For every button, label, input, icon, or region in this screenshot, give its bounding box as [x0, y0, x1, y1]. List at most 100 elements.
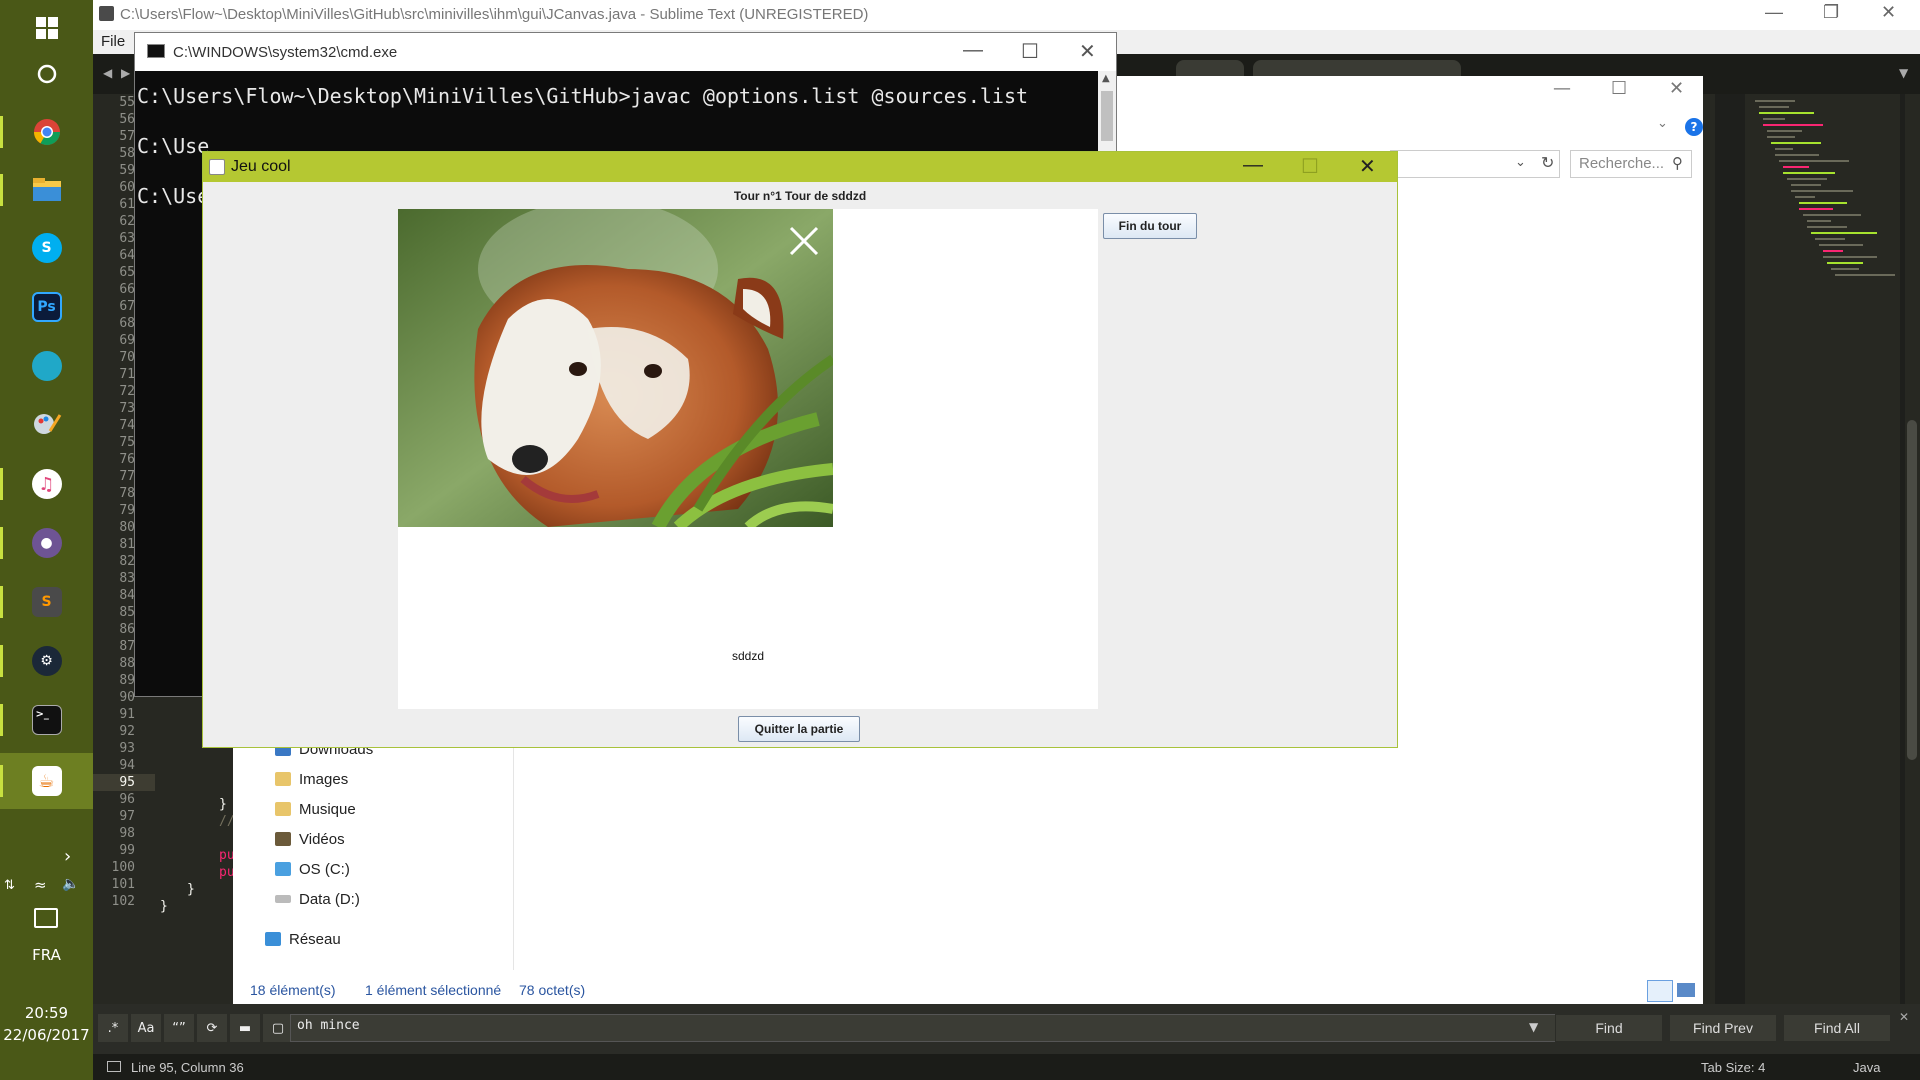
clock-date[interactable]: 22/06/2017 [0, 1026, 93, 1044]
app-globe-icon[interactable] [0, 338, 93, 394]
ribbon-expand-icon[interactable]: ⌄ [1657, 116, 1668, 131]
game-window-title: Jeu cool [231, 158, 291, 175]
in-selection-toggle-icon[interactable]: ▬ [230, 1014, 260, 1042]
wifi-icon[interactable]: ≈ [34, 876, 47, 894]
wrap-toggle-icon[interactable]: ⟳ [197, 1014, 227, 1042]
nav-item-drive-d[interactable]: Data (D:) [275, 885, 360, 913]
address-dropdown-icon[interactable]: ⌄ [1515, 155, 1526, 170]
minimap-line [1819, 244, 1863, 246]
address-bar[interactable]: ⌄ ↻ [1390, 150, 1560, 178]
cmd-icon[interactable]: >_ [0, 692, 93, 748]
minimap-line [1767, 136, 1795, 138]
line-number: 91 [119, 707, 135, 722]
maximize-icon[interactable]: ☐ [1611, 78, 1627, 99]
close-icon[interactable]: ✕ [1359, 154, 1376, 179]
show-hidden-icons-icon[interactable]: › [64, 846, 71, 867]
nav-item-network[interactable]: Réseau [265, 925, 341, 953]
selection-size: 78 octet(s) [519, 982, 586, 998]
nav-item-music[interactable]: Musique [275, 795, 356, 823]
network-icon[interactable]: ⇅ [4, 878, 15, 893]
minimap-line [1831, 268, 1859, 270]
game-board[interactable]: sddzd [398, 209, 1098, 709]
minimap-line [1827, 262, 1863, 264]
java-icon[interactable]: ☕ [0, 753, 93, 809]
maximize-icon[interactable]: ☐ [1301, 154, 1319, 179]
card-image[interactable] [398, 209, 833, 527]
nav-item-images[interactable]: Images [275, 765, 348, 793]
cortana-icon[interactable] [0, 46, 93, 102]
github-icon[interactable]: ● [0, 515, 93, 571]
photoshop-icon[interactable]: Ps [0, 279, 93, 335]
editor-scroll-thumb[interactable] [1907, 420, 1917, 760]
syntax-mode[interactable]: Java [1853, 1060, 1880, 1075]
nav-item-label: OS (C:) [299, 860, 350, 878]
minimap-line [1823, 256, 1877, 258]
tab-scroll-right-icon[interactable]: ▶ [121, 66, 130, 80]
cmd-scroll-thumb[interactable] [1101, 91, 1113, 141]
case-sensitive-toggle[interactable]: Aa [131, 1014, 161, 1042]
find-button[interactable]: Find [1555, 1014, 1663, 1042]
file-explorer-icon[interactable] [0, 162, 93, 218]
maximize-icon[interactable]: ☐ [1021, 39, 1039, 64]
minimap-line [1787, 178, 1827, 180]
minimap-line [1791, 184, 1821, 186]
find-all-button[interactable]: Find All [1783, 1014, 1891, 1042]
find-input[interactable]: oh mince [290, 1014, 1637, 1042]
language-indicator[interactable]: FRA [0, 946, 93, 964]
help-icon[interactable]: ? [1685, 118, 1703, 136]
close-icon[interactable]: ✕ [1079, 39, 1096, 64]
search-icon[interactable]: ⚲ [1672, 154, 1683, 172]
nav-item-videos[interactable]: Vidéos [275, 825, 345, 853]
minimize-icon[interactable]: — [963, 39, 983, 62]
images-folder-icon [275, 772, 291, 786]
sublime-titlebar: C:\Users\Flow~\Desktop\MiniVilles\GitHub… [93, 0, 1920, 30]
cmd-titlebar[interactable]: C:\WINDOWS\system32\cmd.exe — ☐ ✕ [135, 33, 1116, 71]
details-view-icon[interactable] [1647, 980, 1673, 1002]
minimize-icon[interactable]: — [1243, 154, 1263, 177]
tab-menu-icon[interactable]: ▼ [1899, 66, 1908, 80]
paint-icon[interactable] [0, 396, 93, 452]
minimap[interactable] [1745, 94, 1900, 1004]
chrome-icon[interactable] [0, 104, 93, 160]
tab-scroll-left-icon[interactable]: ◀ [103, 66, 112, 80]
end-turn-button[interactable]: Fin du tour [1103, 213, 1197, 239]
highlight-matches-toggle-icon[interactable]: ▢ [263, 1014, 293, 1042]
minimap-line [1763, 124, 1823, 126]
action-center-icon[interactable] [34, 908, 58, 928]
minimap-line [1783, 166, 1809, 168]
nav-item-drive-c[interactable]: OS (C:) [275, 855, 350, 883]
pane-divider[interactable] [513, 735, 514, 970]
close-find-panel-icon[interactable]: ✕ [1899, 1010, 1909, 1024]
steam-icon[interactable]: ⚙ [0, 633, 93, 689]
nav-item-label: Data (D:) [299, 890, 360, 908]
large-icons-view-icon[interactable] [1677, 983, 1695, 997]
find-prev-button[interactable]: Find Prev [1669, 1014, 1777, 1042]
scroll-up-icon[interactable]: ▲ [1102, 73, 1110, 84]
cursor-position: Line 95, Column 36 [131, 1060, 244, 1075]
restore-icon[interactable]: ❐ [1823, 2, 1839, 23]
quit-game-button[interactable]: Quitter la partie [738, 716, 860, 742]
whole-word-toggle[interactable]: “” [164, 1014, 194, 1042]
panel-toggle-icon[interactable] [107, 1061, 121, 1072]
skype-icon[interactable]: S [0, 220, 93, 276]
clock-time[interactable]: 20:59 [0, 1004, 93, 1022]
regex-toggle[interactable]: .* [98, 1014, 128, 1042]
volume-icon[interactable]: 🔈 [62, 876, 79, 892]
game-titlebar[interactable]: Jeu cool — ☐ ✕ [203, 152, 1397, 182]
close-icon[interactable]: ✕ [1669, 78, 1684, 99]
sublime-text-icon[interactable]: S [0, 574, 93, 630]
close-card-icon[interactable] [787, 224, 821, 258]
line-number: 99 [119, 843, 135, 858]
refresh-icon[interactable]: ↻ [1541, 153, 1554, 172]
minimize-icon[interactable]: — [1765, 2, 1783, 23]
tab-size[interactable]: Tab Size: 4 [1701, 1060, 1765, 1075]
minimize-icon[interactable]: — [1553, 78, 1571, 99]
minimap-line [1807, 226, 1847, 228]
minimap-line [1755, 100, 1795, 102]
minimap-line [1759, 106, 1789, 108]
menu-file[interactable]: File [101, 33, 125, 50]
minimap-line [1759, 112, 1814, 114]
close-icon[interactable]: ✕ [1881, 2, 1896, 23]
find-history-dropdown-icon[interactable]: ▼ [1529, 1020, 1538, 1034]
itunes-icon[interactable]: ♫ [0, 456, 93, 512]
